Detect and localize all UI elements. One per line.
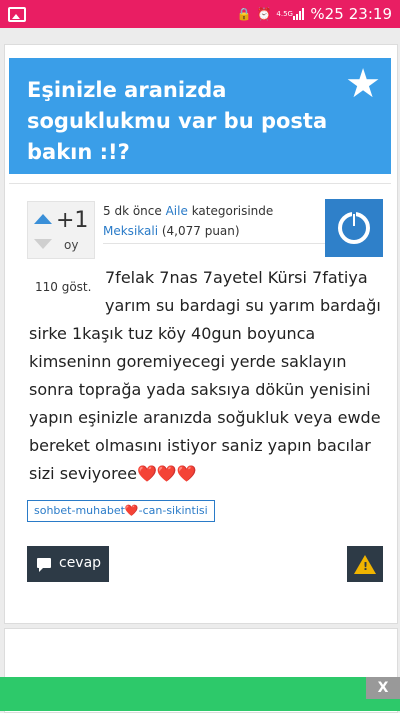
status-bar: 🔒 ⏰ 4.5G %25 23:19 (0, 0, 400, 28)
avatar[interactable] (325, 199, 383, 257)
question-panel: Eşinizle aranizda soguklukmu var bu post… (4, 44, 398, 624)
ad-banner[interactable] (0, 677, 400, 711)
content-line-2: yarım su bardagi su yarım bardağı (105, 296, 381, 315)
lock-icon: 🔒 (236, 7, 252, 21)
vote-count: +1 (56, 208, 89, 233)
favorite-star-icon[interactable]: ★ (345, 64, 381, 104)
vote-down-icon[interactable] (34, 239, 52, 249)
question-title: Eşinizle aranizda soguklukmu var bu post… (27, 78, 328, 164)
network-type: 4.5G (276, 9, 293, 18)
content-rest: sirke 1kaşık tuz köy 40gun boyunca kimse… (29, 324, 381, 483)
question-title-box: Eşinizle aranizda soguklukmu var bu post… (9, 58, 391, 174)
ad-close-button[interactable]: X (366, 677, 400, 699)
answer-button[interactable]: cevap (27, 546, 109, 582)
comment-icon (37, 558, 51, 572)
report-button[interactable]: ! (347, 546, 383, 582)
vote-box: +1 oy (27, 201, 95, 259)
question-meta: 5 dk önce Aile kategorisinde Meksikali (… (103, 201, 333, 244)
gallery-icon (8, 7, 26, 22)
power-icon (338, 210, 370, 244)
content-line-1: 7felak 7nas 7ayetel Kürsi 7fatiya (105, 268, 368, 287)
question-body: +1 oy 110 göst. 5 dk önce Aile kategoris… (9, 183, 391, 618)
tag-link[interactable]: sohbet-muhabet❤️-can-sikintisi (27, 500, 215, 522)
post-time: 5 dk önce (103, 204, 162, 218)
author-link[interactable]: Meksikali (103, 224, 158, 238)
battery-level: %25 (310, 5, 344, 23)
clock: 23:19 (348, 5, 392, 23)
author-points: (4,077 puan) (161, 224, 240, 238)
vote-up-icon[interactable] (34, 214, 52, 224)
question-content: 7felak 7nas 7ayetel Kürsi 7fatiya yarım … (29, 264, 381, 488)
answer-button-label: cevap (59, 555, 102, 571)
signal-icon (293, 8, 305, 20)
vote-label: oy (64, 238, 79, 252)
category-link[interactable]: Aile (166, 204, 188, 218)
category-suffix: kategorisinde (191, 204, 274, 218)
alarm-icon: ⏰ (256, 7, 272, 21)
